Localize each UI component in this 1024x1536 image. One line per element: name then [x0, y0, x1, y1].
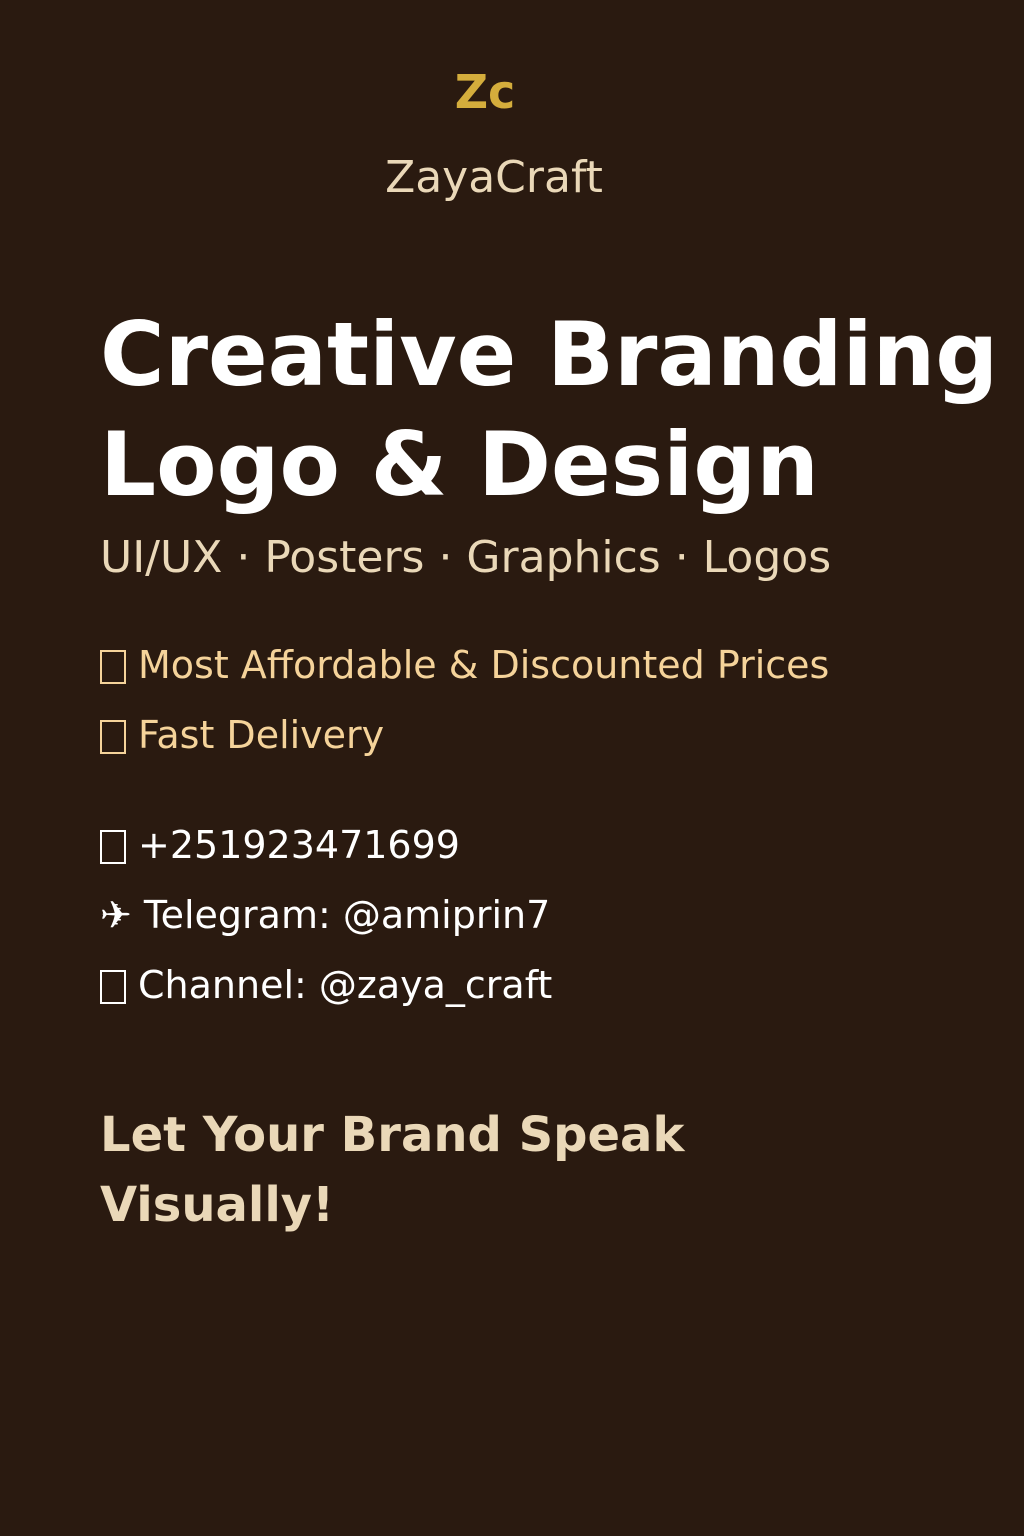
- tagline-line-2: Visually!: [100, 1177, 334, 1233]
- perk-fast-delivery: Fast Delivery: [100, 713, 384, 757]
- headline-line-1: Creative Branding: [100, 303, 999, 406]
- services-list: UI/UX · Posters · Graphics · Logos: [100, 532, 832, 583]
- contact-channel[interactable]: Channel: @zaya_craft: [100, 963, 552, 1007]
- rocket-icon: [100, 720, 126, 754]
- contact-text: Channel: @zaya_craft: [138, 963, 553, 1007]
- perk-text: Fast Delivery: [138, 713, 385, 757]
- phone-icon: [100, 830, 126, 864]
- logo-mark: Zc: [454, 65, 516, 119]
- brand-name: ZayaCraft: [385, 152, 603, 203]
- sparkle-icon: [100, 650, 126, 684]
- tagline-line-1: Let Your Brand Speak: [100, 1107, 685, 1163]
- telegram-icon: ✈: [100, 893, 132, 937]
- headline: Creative Branding Logo & Design: [100, 300, 1024, 520]
- perk-text: Most Affordable & Discounted Prices: [138, 643, 830, 687]
- perk-affordable-prices: Most Affordable & Discounted Prices: [100, 643, 829, 687]
- contact-telegram[interactable]: ✈ Telegram: @amiprin7: [100, 893, 550, 937]
- contact-text: +251923471699: [138, 823, 460, 867]
- megaphone-icon: [100, 970, 126, 1004]
- tagline: Let Your Brand Speak Visually!: [100, 1100, 860, 1240]
- contact-phone[interactable]: +251923471699: [100, 823, 460, 867]
- contact-text: Telegram: @amiprin7: [143, 893, 551, 937]
- headline-line-2: Logo & Design: [100, 413, 819, 516]
